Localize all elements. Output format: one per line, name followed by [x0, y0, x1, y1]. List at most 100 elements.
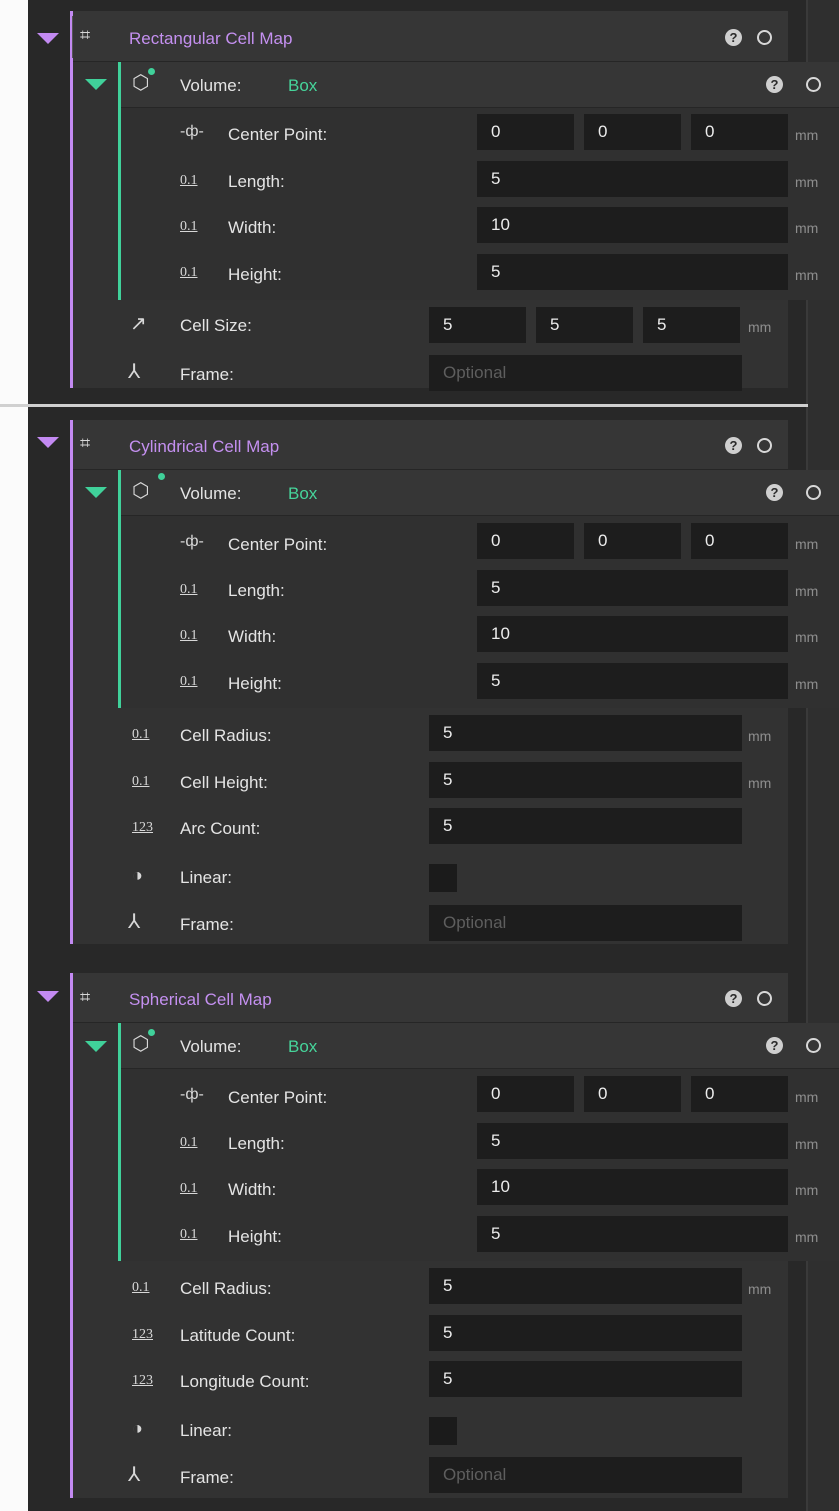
- latitude-count-label: Latitude Count:: [180, 1326, 296, 1345]
- volume-status-dot: [148, 1029, 155, 1036]
- numeric-icon: 0.1: [180, 1227, 198, 1242]
- arc-count-input[interactable]: 5: [429, 808, 742, 844]
- center-x-input[interactable]: 0: [477, 523, 574, 559]
- center-y-input[interactable]: 0: [584, 523, 681, 559]
- center-point-icon: -ф-: [180, 123, 204, 140]
- height-input[interactable]: 5: [477, 254, 788, 290]
- latitude-count-input[interactable]: 5: [429, 1315, 742, 1351]
- help-icon[interactable]: ?: [725, 437, 742, 454]
- frame-label: Frame:: [180, 365, 234, 384]
- cell-size-y-input[interactable]: 5: [536, 307, 633, 343]
- numeric-icon: 0.1: [180, 582, 198, 597]
- status-circle-icon[interactable]: [757, 30, 772, 45]
- center-y-input[interactable]: 0: [584, 114, 681, 150]
- length-input[interactable]: 5: [477, 1123, 788, 1159]
- width-unit: mm: [795, 220, 819, 236]
- numeric-icon: 0.1: [180, 628, 198, 643]
- status-circle-icon[interactable]: [757, 438, 772, 453]
- length-unit: mm: [795, 583, 819, 599]
- volume-type[interactable]: Box: [288, 483, 317, 505]
- height-label: Height:: [228, 674, 282, 693]
- header-divider: [72, 16, 73, 58]
- height-input[interactable]: 5: [477, 663, 788, 699]
- volume-collapse-icon[interactable]: [85, 1041, 107, 1052]
- help-icon[interactable]: ?: [725, 990, 742, 1007]
- width-unit: mm: [795, 629, 819, 645]
- section-separator: [0, 404, 808, 407]
- width-unit: mm: [795, 1182, 819, 1198]
- volume-collapse-icon[interactable]: [85, 79, 107, 90]
- center-z-input[interactable]: 0: [691, 523, 788, 559]
- numeric-icon: 0.1: [180, 265, 198, 280]
- center-point-label: Center Point:: [228, 1088, 328, 1107]
- frame-axes-icon: ⅄: [128, 361, 141, 383]
- linear-checkbox[interactable]: [429, 1417, 457, 1445]
- width-label: Width:: [228, 218, 277, 237]
- linear-label: Linear:: [180, 1421, 232, 1440]
- cell-radius-input[interactable]: 5: [429, 1268, 742, 1304]
- volume-collapse-icon[interactable]: [85, 487, 107, 498]
- numeric-icon: 0.1: [180, 173, 198, 188]
- collapse-triangle-icon[interactable]: [37, 33, 59, 44]
- cell-height-input[interactable]: 5: [429, 762, 742, 798]
- width-label: Width:: [228, 1180, 277, 1199]
- frame-input[interactable]: Optional: [429, 1457, 742, 1493]
- cell-height-label: Cell Height:: [180, 773, 268, 792]
- cell-size-label: Cell Size:: [180, 316, 252, 335]
- length-unit: mm: [795, 174, 819, 190]
- center-x-input[interactable]: 0: [477, 1076, 574, 1112]
- integer-icon: 123: [132, 820, 153, 835]
- longitude-count-label: Longitude Count:: [180, 1372, 310, 1391]
- linear-checkbox[interactable]: [429, 864, 457, 892]
- frame-label: Frame:: [180, 1468, 234, 1487]
- volume-help-icon[interactable]: ?: [766, 484, 783, 501]
- length-input[interactable]: 5: [477, 161, 788, 197]
- height-unit: mm: [795, 676, 819, 692]
- height-unit: mm: [795, 1229, 819, 1245]
- cell-size-z-input[interactable]: 5: [643, 307, 740, 343]
- numeric-icon: 0.1: [180, 219, 198, 234]
- center-unit: mm: [795, 127, 819, 143]
- center-z-input[interactable]: 0: [691, 114, 788, 150]
- width-label: Width:: [228, 627, 277, 646]
- center-y-input[interactable]: 0: [584, 1076, 681, 1112]
- cell-size-x-input[interactable]: 5: [429, 307, 526, 343]
- help-icon[interactable]: ?: [725, 29, 742, 46]
- width-input[interactable]: 10: [477, 207, 788, 243]
- frame-label: Frame:: [180, 915, 234, 934]
- length-input[interactable]: 5: [477, 570, 788, 606]
- status-circle-icon[interactable]: [757, 991, 772, 1006]
- arc-count-label: Arc Count:: [180, 819, 261, 838]
- volume-help-icon[interactable]: ?: [766, 1037, 783, 1054]
- volume-status-dot: [158, 473, 165, 480]
- volume-status-circle-icon[interactable]: [806, 1038, 821, 1053]
- cube-icon: ⬡: [132, 72, 150, 94]
- collapse-triangle-icon[interactable]: [37, 437, 59, 448]
- frame-input[interactable]: Optional: [429, 355, 742, 391]
- center-unit: mm: [795, 1089, 819, 1105]
- section-title: Spherical Cell Map: [129, 990, 272, 1009]
- center-unit: mm: [795, 536, 819, 552]
- longitude-count-input[interactable]: 5: [429, 1361, 742, 1397]
- cell-radius-input[interactable]: 5: [429, 715, 742, 751]
- length-unit: mm: [795, 1136, 819, 1152]
- volume-help-icon[interactable]: ?: [766, 76, 783, 93]
- volume-status-circle-icon[interactable]: [806, 485, 821, 500]
- center-x-input[interactable]: 0: [477, 114, 574, 150]
- width-input[interactable]: 10: [477, 1169, 788, 1205]
- volume-status-circle-icon[interactable]: [806, 77, 821, 92]
- frame-input[interactable]: Optional: [429, 905, 742, 941]
- cell-radius-label: Cell Radius:: [180, 1279, 272, 1298]
- cell-radius-unit: mm: [748, 1281, 772, 1297]
- collapse-triangle-icon[interactable]: [37, 991, 59, 1002]
- cell-height-unit: mm: [748, 775, 772, 791]
- integer-icon: 123: [132, 1327, 153, 1342]
- volume-type[interactable]: Box: [288, 1036, 317, 1058]
- height-input[interactable]: 5: [477, 1216, 788, 1252]
- volume-label: Volume:: [180, 484, 242, 503]
- center-z-input[interactable]: 0: [691, 1076, 788, 1112]
- volume-type[interactable]: Box: [288, 75, 317, 97]
- cell-map-icon: ⌗: [80, 433, 91, 453]
- width-input[interactable]: 10: [477, 616, 788, 652]
- height-unit: mm: [795, 267, 819, 283]
